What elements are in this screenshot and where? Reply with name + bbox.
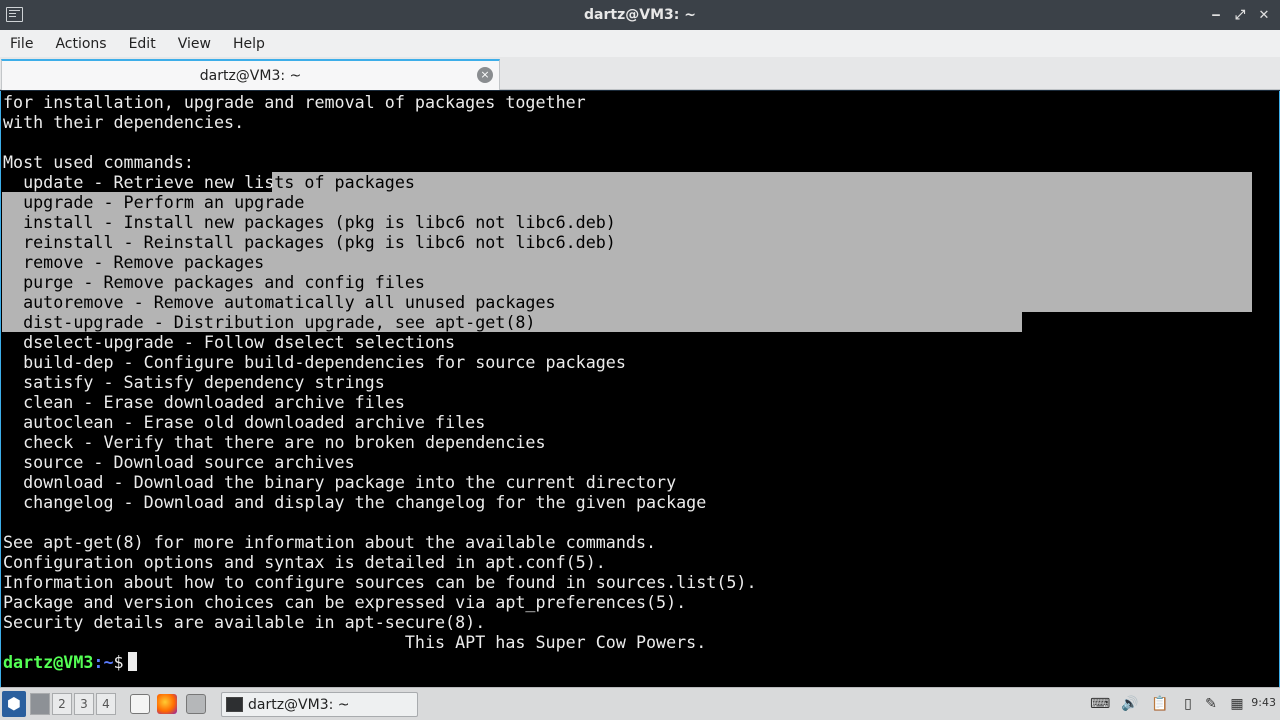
terminal-line: build-dep - Configure build-dependencies… <box>3 352 626 372</box>
prompt-symbol: $ <box>113 652 124 672</box>
terminal-line: with their dependencies. <box>3 112 245 132</box>
terminal-line: upgrade - Perform an upgrade <box>3 192 305 212</box>
terminal-line: Most used commands: <box>3 152 194 172</box>
minimize-button[interactable]: ‒ <box>1210 8 1222 23</box>
terminal-line: Security details are available in apt-se… <box>3 612 486 632</box>
terminal-line: reinstall - Reinstall packages (pkg is l… <box>3 232 616 252</box>
maximize-button[interactable]: ⤢ <box>1234 8 1246 23</box>
terminal-view[interactable]: for installation, upgrade and removal of… <box>0 91 1280 687</box>
terminal-line: purge - Remove packages and config files <box>3 272 425 292</box>
terminal-line: Package and version choices can be expre… <box>3 592 687 612</box>
terminal-line: changelog - Download and display the cha… <box>3 492 707 512</box>
prompt-path: :~ <box>93 652 114 672</box>
menu-file[interactable]: File <box>4 36 39 52</box>
terminal-line: dist-upgrade - Distribution upgrade, see… <box>3 312 536 332</box>
tab-terminal[interactable]: dartz@VM3: ~ × <box>1 59 500 90</box>
menu-help[interactable]: Help <box>227 36 271 52</box>
settings-icon[interactable]: ✎ <box>1201 694 1221 714</box>
task-terminal-button[interactable]: dartz@VM3: ~ <box>221 692 418 717</box>
terminal-line: satisfy - Satisfy dependency strings <box>3 372 385 392</box>
clock[interactable]: 9:43 <box>1251 696 1276 709</box>
firefox-icon[interactable] <box>157 694 177 714</box>
close-button[interactable]: ✕ <box>1258 8 1270 23</box>
terminal-icon <box>226 697 243 712</box>
menu-bar: File Actions Edit View Help <box>0 30 1280 57</box>
terminal-line: remove - Remove packages <box>3 252 265 272</box>
terminal-text-unselected: update - Retrieve new lis <box>3 172 275 192</box>
terminal-app-icon[interactable] <box>6 7 23 22</box>
workspace-1[interactable] <box>30 693 50 715</box>
tab-close-icon[interactable]: × <box>477 67 493 83</box>
clipboard-icon[interactable]: 📋 <box>1150 694 1170 714</box>
terminal-line: for installation, upgrade and removal of… <box>3 92 586 112</box>
menu-view[interactable]: View <box>172 36 217 52</box>
terminal-line: Configuration options and syntax is deta… <box>3 552 606 572</box>
window-title: dartz@VM3: ~ <box>584 7 696 23</box>
terminal-line: Information about how to configure sourc… <box>3 572 757 592</box>
screenshot-icon[interactable]: ▦ <box>1227 694 1247 714</box>
terminal-line: This APT has Super Cow Powers. <box>3 632 707 652</box>
task-label: dartz@VM3: ~ <box>248 696 350 713</box>
terminal-text-selected: ts of packages <box>274 172 415 192</box>
prompt-user-host: dartz@VM3 <box>3 652 94 672</box>
network-icon[interactable]: ▯ <box>1178 694 1198 714</box>
taskbar: ⬢ 2 3 4 dartz@VM3: ~ ⌨ 🔊 📋 ▯ ✎ ▦ 9:43 <box>0 687 1280 720</box>
window-titlebar[interactable]: dartz@VM3: ~ ‒ ⤢ ✕ <box>0 0 1280 30</box>
text-cursor <box>127 652 137 671</box>
terminal-line: autoclean - Erase old downloaded archive… <box>3 412 486 432</box>
workspace-3[interactable]: 3 <box>74 693 94 715</box>
file-manager-icon[interactable] <box>130 694 150 714</box>
terminal-line: autoremove - Remove automatically all un… <box>3 292 556 312</box>
terminal-line: clean - Erase downloaded archive files <box>3 392 405 412</box>
terminal-line: dselect-upgrade - Follow dselect selecti… <box>3 332 456 352</box>
terminal-line: download - Download the binary package i… <box>3 472 677 492</box>
terminal-line: See apt-get(8) for more information abou… <box>3 532 657 552</box>
terminal-output: for installation, upgrade and removal of… <box>3 92 757 672</box>
folder-icon[interactable] <box>186 694 206 714</box>
terminal-line: check - Verify that there are no broken … <box>3 432 546 452</box>
terminal-line: update - Retrieve new lists of packages <box>3 172 757 192</box>
menu-actions[interactable]: Actions <box>49 36 112 52</box>
tab-label: dartz@VM3: ~ <box>199 67 302 84</box>
keyboard-icon[interactable]: ⌨ <box>1090 694 1110 714</box>
workspace-2[interactable]: 2 <box>52 693 72 715</box>
menu-edit[interactable]: Edit <box>123 36 162 52</box>
terminal-line: source - Download source archives <box>3 452 355 472</box>
tab-bar: dartz@VM3: ~ × <box>0 57 1280 90</box>
window-controls: ‒ ⤢ ✕ <box>1210 0 1270 30</box>
start-menu-icon[interactable]: ⬢ <box>2 691 26 717</box>
workspace-4[interactable]: 4 <box>96 693 116 715</box>
volume-icon[interactable]: 🔊 <box>1120 694 1140 714</box>
shell-prompt[interactable]: dartz@VM3:~ $ <box>3 652 757 672</box>
terminal-line: install - Install new packages (pkg is l… <box>3 212 616 232</box>
